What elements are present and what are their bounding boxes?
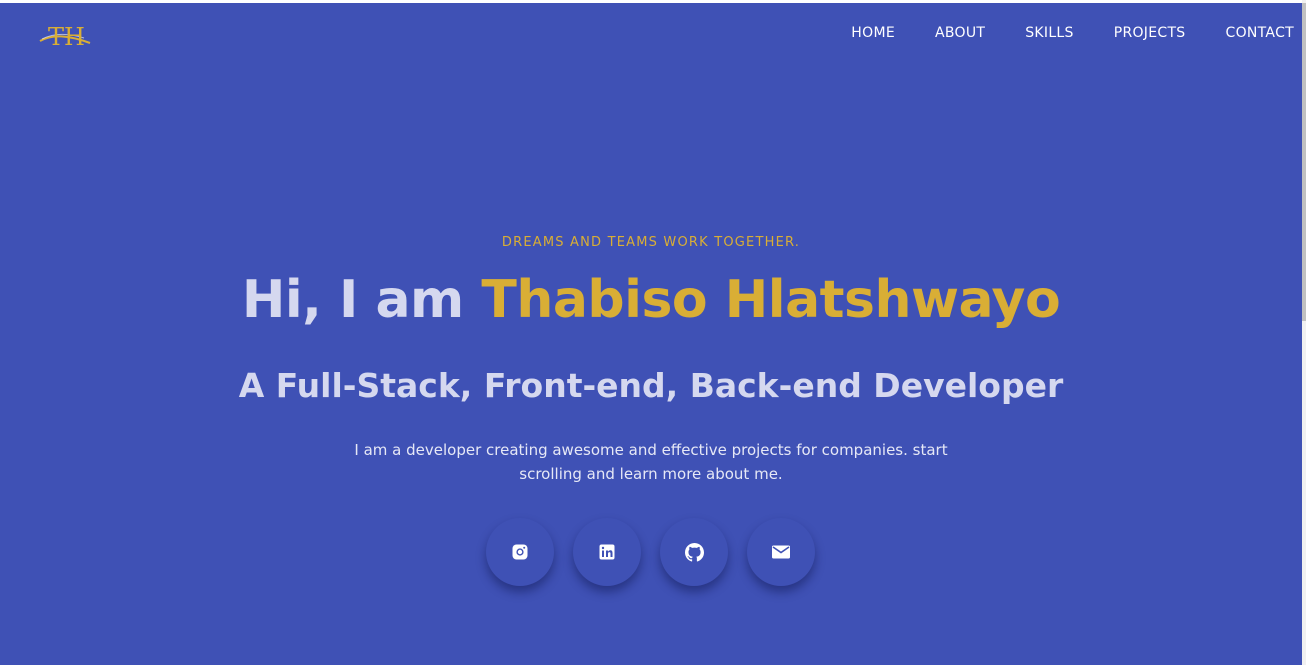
hero-role: A Full-Stack, Front-end, Back-end Develo… [238,366,1064,405]
logo-icon: TH [39,23,91,51]
site-logo[interactable]: TH [38,17,96,51]
hero-headline: Hi, I am Thabiso Hlatshwayo [0,269,1302,331]
linkedin-button[interactable] [573,518,641,586]
scrollbar[interactable] [1302,0,1306,665]
nav-contact[interactable]: CONTACT [1226,25,1295,41]
github-icon [684,542,704,562]
email-icon [772,545,790,559]
scrollbar-thumb[interactable] [1302,3,1306,321]
logo-text: TH [48,23,85,51]
nav-about[interactable]: ABOUT [935,25,985,41]
nav-skills[interactable]: SKILLS [1025,25,1073,41]
hero-intro: I am a developer creating awesome and ef… [354,441,948,483]
hero-greeting: Hi, I am [241,270,482,330]
main-nav: HOME ABOUT SKILLS PROJECTS CONTACT [851,25,1294,41]
linkedin-icon [599,544,615,560]
instagram-button[interactable] [486,518,554,586]
email-button[interactable] [747,518,815,586]
nav-home[interactable]: HOME [851,25,895,41]
hero-name: Thabiso Hlatshwayo [481,270,1061,330]
nav-projects[interactable]: PROJECTS [1114,25,1186,41]
instagram-icon [512,544,528,560]
hero-page: TH HOME ABOUT SKILLS PROJECTS CONTACT DR… [0,3,1302,665]
github-button[interactable] [660,518,728,586]
hero-tagline: DREAMS AND TEAMS WORK TOGETHER. [501,235,801,250]
social-links [486,518,815,586]
